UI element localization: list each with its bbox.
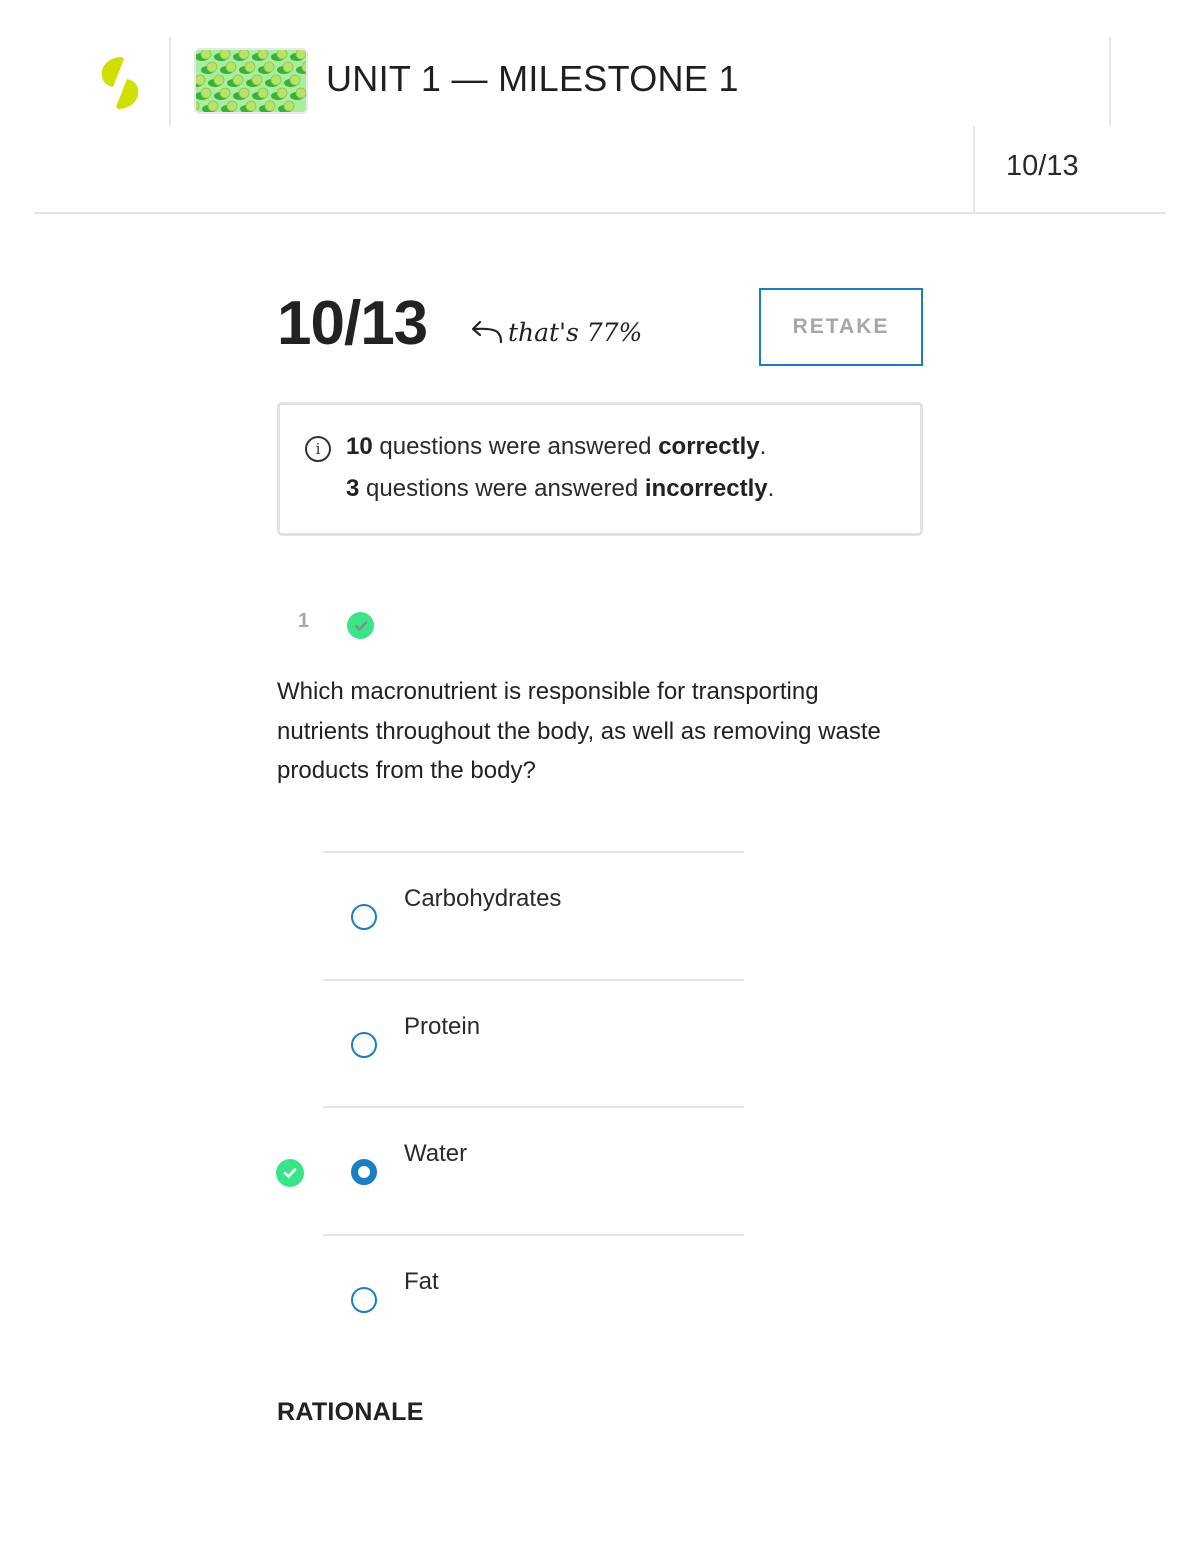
correct-word: correctly [658, 433, 760, 460]
question-correct-icon [347, 612, 374, 639]
result-score: 10/13 [277, 289, 428, 358]
percent-note: that's 77% [508, 318, 643, 347]
page-title: UNIT 1 — MILESTONE 1 [326, 58, 739, 99]
results-summary: i 10 questions were answered correctly. … [277, 402, 923, 536]
incorrect-summary: 3 questions were answered incorrectly. [346, 475, 774, 503]
green-apples-thumbnail [194, 48, 308, 114]
summary-text: questions were answered [372, 433, 659, 460]
option-label: Water [404, 1140, 468, 1167]
radio-button[interactable] [351, 1286, 377, 1313]
question-number: 1 [298, 610, 310, 632]
radio-button[interactable] [351, 904, 377, 930]
header-divider [973, 126, 975, 214]
sophia-logo-icon[interactable] [100, 55, 140, 111]
option-label: Protein [404, 1012, 481, 1040]
answer-options: Carbohydrates Protein Water Fat [276, 851, 744, 1362]
correct-summary: 10 questions were answered correctly. [346, 433, 766, 461]
radio-button[interactable] [351, 1031, 377, 1058]
rationale-heading: RATIONALE [277, 1398, 424, 1426]
correct-count: 10 [346, 433, 373, 460]
question-text: Which macronutrient is responsible for t… [277, 678, 881, 784]
period: . [759, 433, 767, 460]
correct-check-icon [276, 1159, 304, 1187]
header-divider [1109, 37, 1111, 126]
answer-option[interactable]: Fat [323, 1233, 744, 1362]
option-label: Carbohydrates [404, 885, 562, 912]
answer-option[interactable]: Water [276, 1106, 744, 1234]
header-score: 10/13 [1006, 150, 1079, 182]
retake-button[interactable]: RETAKE [759, 288, 923, 366]
period: . [767, 475, 775, 502]
incorrect-word: incorrectly [644, 475, 768, 502]
header-divider [169, 37, 171, 126]
answer-option[interactable]: Protein [323, 978, 744, 1107]
info-icon: i [305, 436, 331, 462]
radio-button-selected[interactable] [351, 1159, 377, 1185]
summary-text: questions were answered [359, 475, 645, 502]
curved-arrow-left-icon [471, 320, 503, 344]
option-label: Fat [404, 1267, 439, 1295]
answer-option[interactable]: Carbohydrates [323, 851, 744, 979]
page-header: UNIT 1 — MILESTONE 1 10/13 [35, 0, 1165, 214]
incorrect-count: 3 [346, 475, 360, 502]
